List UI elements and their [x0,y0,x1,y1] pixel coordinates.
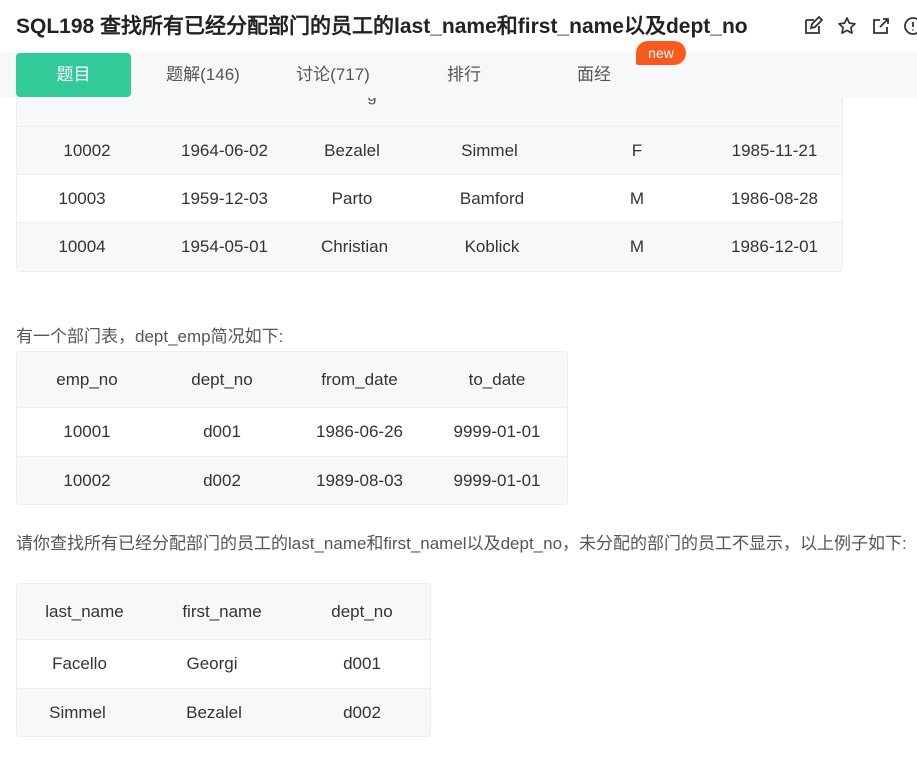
table-header-cell: to_date [468,370,526,389]
table-cell: 1964-06-02 [181,141,268,160]
table-cell: 9999-01-01 [453,471,541,490]
table-cell: M [629,189,645,208]
table-header-row: last_name first_name dept_no [17,584,430,640]
dept-emp-table: emp_no dept_no from_date to_date 10001 d… [16,351,568,505]
tab-bar: 题目 题解(146) 讨论(717) 排行 面经 [0,52,917,98]
table-cell: 10002 [63,471,111,490]
new-badge: new [636,41,686,65]
tab-problem[interactable]: 题目 [16,53,131,97]
table-cell: 10002 [63,141,111,160]
table-header-cell: dept_no [331,602,393,621]
table-cell: 1985-11-21 [731,141,818,160]
table-cell: Georgi [186,654,238,673]
table-cell: Bezalel [324,141,380,160]
table-cell: Simmel [461,141,518,160]
table-cell: F [631,141,643,160]
table-header-cell: g [362,98,382,104]
result-intro: 请你查找所有已经分配部门的员工的last_name和first_namel以及d… [16,534,907,553]
problem-title: SQL198 查找所有已经分配部门的员工的last_name和first_nam… [16,15,748,38]
table-cell: d001 [203,422,241,441]
tab-discussion[interactable]: 讨论(717) [278,53,388,97]
table-row: 10002 d002 1989-08-03 9999-01-01 [17,456,567,504]
table-header-row: emp_no dept_no from_date to_date [17,352,567,408]
table-cell: 1954-05-01 [181,237,268,256]
table-row: 10001 d001 1986-06-26 9999-01-01 [17,408,567,456]
table-cell: d002 [343,703,381,722]
table-cell: d001 [343,654,381,673]
tab-interview[interactable]: 面经 [550,53,638,97]
table-header-cell: last_name [45,602,124,621]
table-cell: 9999-01-01 [453,422,541,441]
table-cell: Parto [331,189,373,208]
tab-ranking[interactable]: 排行 [420,53,508,97]
table-cell: Koblick [464,237,520,256]
table-cell: 1986-06-26 [316,422,403,441]
table-cell: M [629,237,645,256]
page-header: SQL198 查找所有已经分配部门的员工的last_name和first_nam… [0,0,917,52]
table-row: 10003 1959-12-03 Parto Bamford M 1986-08… [17,174,842,223]
table-header-cell: dept_no [191,370,253,389]
table-cell: 1989-08-03 [316,471,403,490]
table-cell: 10004 [58,237,106,256]
table-row: 10002 1964-06-02 Bezalel Simmel F 1985-1… [17,126,842,175]
table-header-row: g [17,98,842,126]
table-row: Simmel Bezalel d002 [17,688,430,736]
table-cell: Bamford [459,189,525,208]
problem-content: g 10002 1964-06-02 Bezalel Simmel F 1985… [0,98,917,757]
star-icon[interactable] [837,16,857,36]
table-cell: Facello [52,654,107,673]
table-cell: 10003 [58,189,106,208]
table-cell: 10001 [63,422,111,441]
table-header-cell: emp_no [56,370,118,389]
table-cell: Christian [320,237,389,256]
table-cell: 1986-12-01 [731,237,818,256]
table-cell: d002 [203,471,241,490]
tab-solutions[interactable]: 题解(146) [148,53,258,97]
dept-emp-intro: 有一个部门表，dept_emp简况如下: [16,327,284,346]
table-header-cell: from_date [321,370,398,389]
result-table: last_name first_name dept_no Facello Geo… [16,583,431,737]
external-link-icon[interactable] [871,16,891,36]
employees-table: g 10002 1964-06-02 Bezalel Simmel F 1985… [16,98,843,272]
table-row: Facello Georgi d001 [17,640,430,688]
table-cell: 1959-12-03 [181,189,268,208]
table-cell: Bezalel [186,703,242,722]
info-icon[interactable] [903,16,917,36]
table-header-cell: first_name [182,602,262,621]
table-cell: 1986-08-28 [731,189,818,208]
edit-icon[interactable] [803,16,823,36]
table-row: 10004 1954-05-01 Christian Koblick M 198… [17,222,842,271]
table-cell: Simmel [49,703,106,722]
